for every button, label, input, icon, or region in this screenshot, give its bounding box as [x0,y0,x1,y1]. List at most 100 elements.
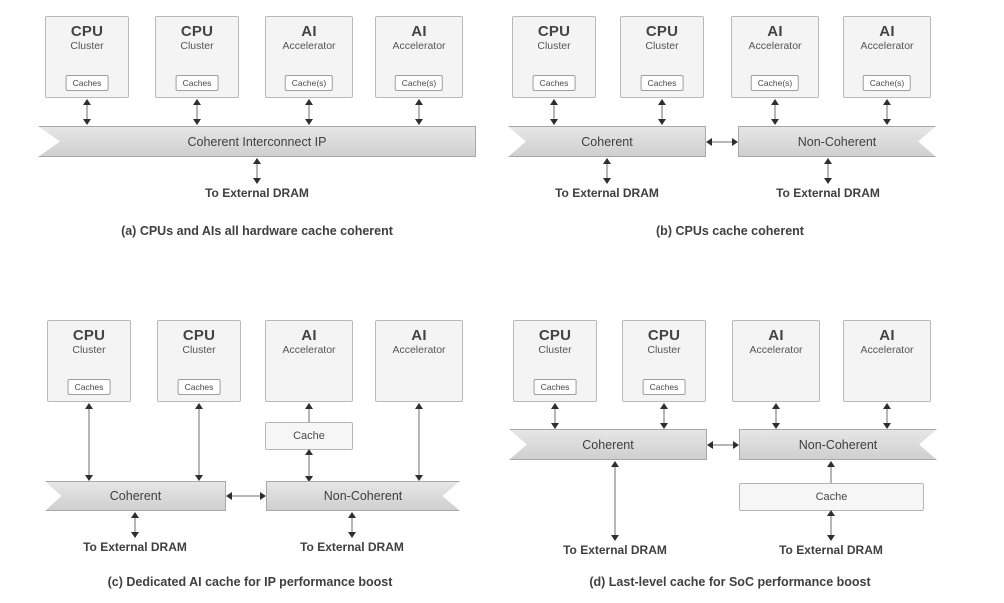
arrow-ai1-to-interconnect [303,99,315,125]
interconnect-coherent[interactable]: Coherent [509,429,707,460]
panel-caption-a: (a) CPUs and AIs all hardware cache cohe… [121,224,393,238]
cache-chip: Cache(s) [394,75,444,91]
arrow-coherent-to-dram [601,158,613,184]
ip-block-ai-accelerator-1[interactable]: AI Accelerator Cache(s) [731,16,819,98]
ip-block-cpu-cluster-1[interactable]: CPU Cluster Caches [47,320,131,402]
ip-block-subtitle: Cluster [645,40,679,52]
arrow-coherent-to-non-coherent [707,438,739,451]
ip-block-subtitle: Accelerator [392,40,446,52]
arrow-cpu1-to-interconnect [81,99,93,125]
cache-chip: Caches [67,379,111,395]
ip-block-title: CPU [645,23,679,40]
cache-box-label: Cache [293,430,325,442]
arrow-coherent-to-non-coherent [706,135,738,148]
arrow-coherent-to-dram [129,512,141,538]
ip-block-subtitle: Cluster [182,344,216,356]
ip-block-ai-accelerator-1[interactable]: AI Accelerator [265,320,353,402]
panel-a: CPU Cluster Caches CPU Cluster Caches AI… [0,0,500,250]
interconnect-label: Coherent [582,437,634,452]
ip-block-subtitle: Cluster [647,344,681,356]
ip-block-title: CPU [70,23,104,40]
arrow-cpu2-to-interconnect [191,99,203,125]
interconnect-label: Non-Coherent [323,489,403,503]
arrow-cpu1-to-coherent [549,403,561,429]
dram-label: To External DRAM [779,543,883,557]
ip-block-title: CPU [537,23,571,40]
cache-chip: Caches [177,379,221,395]
ip-block-ai-accelerator-2[interactable]: AI Accelerator Cache(s) [843,16,931,98]
interconnect-label: Coherent [109,489,162,503]
arrow-cpu1-to-coherent [83,403,95,481]
arrow-ai2-to-interconnect [413,99,425,125]
interconnect-label: Coherent Interconnect IP [187,134,327,149]
arrow-ai2-to-non-coherent [881,403,893,429]
arrow-llc-to-dram [825,510,837,541]
ip-block-subtitle: Cluster [72,344,106,356]
ip-block-title: AI [768,327,784,344]
last-level-cache-box[interactable]: Cache [739,483,924,511]
ip-block-cpu-cluster-1[interactable]: CPU Cluster Caches [45,16,129,98]
ip-block-title: AI [879,23,895,40]
dram-label: To External DRAM [776,186,880,200]
ip-block-title: AI [879,327,895,344]
ip-block-cpu-cluster-2[interactable]: CPU Cluster Caches [155,16,239,98]
arrow-non-coherent-to-dram [346,512,358,538]
ip-block-title: CPU [180,23,214,40]
ip-block-subtitle: Accelerator [860,40,914,52]
panel-b: CPU Cluster Caches CPU Cluster Caches AI… [500,0,1004,250]
arrow-cpu2-to-coherent [658,403,670,429]
arrow-interconnect-to-dram [251,158,263,184]
arrow-ai1-to-non-coherent [770,403,782,429]
ip-block-title: AI [411,23,427,40]
interconnect-non-coherent[interactable]: Non-Coherent [739,429,937,460]
ip-block-title: CPU [538,327,572,344]
cache-chip: Caches [532,75,576,91]
ip-block-subtitle: Cluster [70,40,104,52]
ip-block-title: AI [301,23,317,40]
arrow-cpu1-to-coherent [548,99,560,125]
ip-block-subtitle: Cluster [538,344,572,356]
ip-block-cpu-cluster-2[interactable]: CPU Cluster Caches [622,320,706,402]
interconnect-coherent[interactable]: Coherent [508,126,706,157]
arrow-coherent-to-non-coherent [226,489,266,502]
ip-block-ai-accelerator-2[interactable]: AI Accelerator [843,320,931,402]
interconnect-label: Coherent [581,134,633,149]
cache-chip: Cache(s) [284,75,334,91]
ip-block-subtitle: Accelerator [282,344,336,356]
dram-label: To External DRAM [563,543,667,557]
interconnect-coherent[interactable]: Coherent [45,481,226,511]
cache-chip: Cache(s) [750,75,800,91]
interconnect-label: Non-Coherent [798,437,878,452]
panel-caption-c: (c) Dedicated AI cache for IP performanc… [107,575,393,589]
ip-block-title: CPU [647,327,681,344]
ip-block-cpu-cluster-1[interactable]: CPU Cluster Caches [513,320,597,402]
panel-c: CPU Cluster Caches CPU Cluster Caches AI… [0,300,500,603]
dram-label: To External DRAM [300,540,404,554]
cache-chip: Caches [65,75,109,91]
cache-chip: Caches [533,379,577,395]
ip-block-ai-accelerator-1[interactable]: AI Accelerator [732,320,820,402]
cache-chip: Caches [640,75,684,91]
ip-block-subtitle: Accelerator [860,344,914,356]
ip-block-title: AI [301,327,317,344]
arrow-coherent-to-dram [609,461,621,541]
ip-block-cpu-cluster-1[interactable]: CPU Cluster Caches [512,16,596,98]
interconnect-label: Non-Coherent [797,134,877,149]
ip-block-title: CPU [182,327,216,344]
interconnect-non-coherent[interactable]: Non-Coherent [266,481,460,511]
ip-block-cpu-cluster-2[interactable]: CPU Cluster Caches [157,320,241,402]
arrow-ai2-to-non-coherent [881,99,893,125]
ai-dedicated-cache-box[interactable]: Cache [265,422,353,450]
ip-block-subtitle: Cluster [537,40,571,52]
arrow-cache-to-non-coherent [303,449,315,482]
cache-chip: Caches [175,75,219,91]
ip-block-ai-accelerator-2[interactable]: AI Accelerator [375,320,463,402]
ip-block-subtitle: Accelerator [392,344,446,356]
cache-chip: Cache(s) [862,75,912,91]
ip-block-subtitle: Accelerator [749,344,803,356]
interconnect-non-coherent[interactable]: Non-Coherent [738,126,936,157]
ip-block-cpu-cluster-2[interactable]: CPU Cluster Caches [620,16,704,98]
ip-block-ai-accelerator-1[interactable]: AI Accelerator Cache(s) [265,16,353,98]
interconnect-coherent-ip[interactable]: Coherent Interconnect IP [38,126,476,157]
ip-block-ai-accelerator-2[interactable]: AI Accelerator Cache(s) [375,16,463,98]
